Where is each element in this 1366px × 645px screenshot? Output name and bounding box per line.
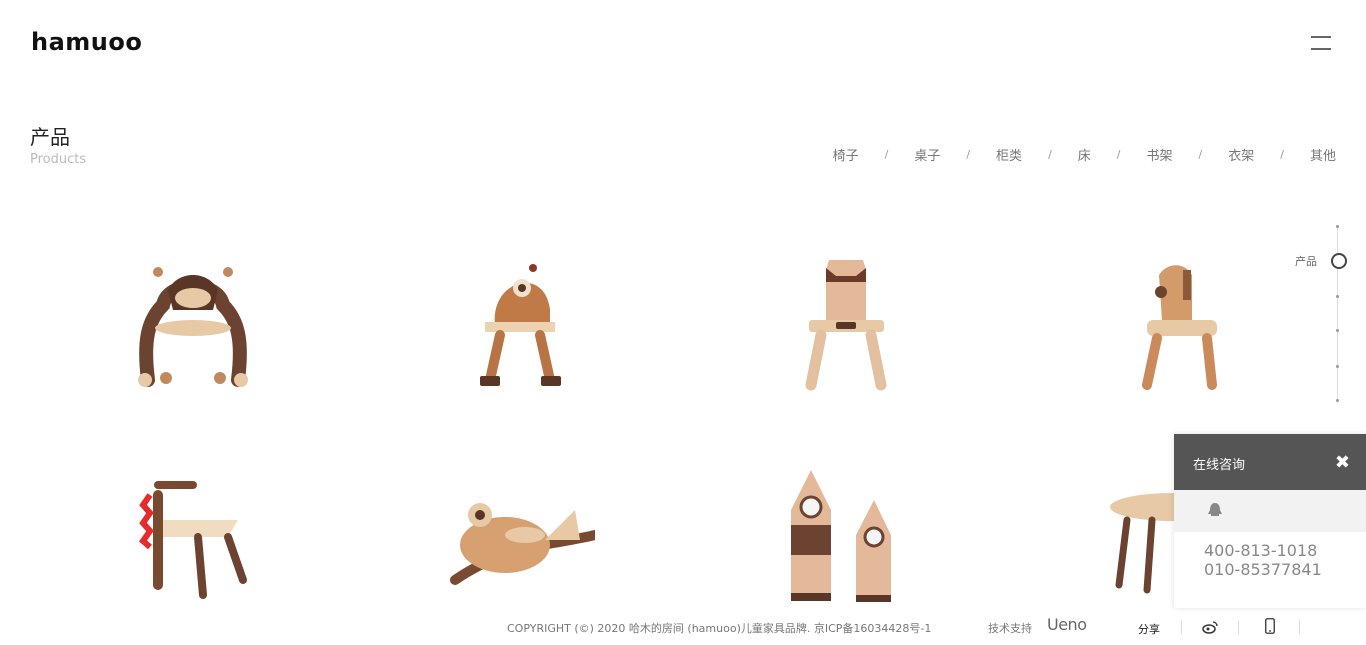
rail-dot[interactable] <box>1336 295 1339 298</box>
menu-hamburger-icon[interactable] <box>1311 36 1331 52</box>
category-separator: / <box>1048 148 1052 161</box>
rail-dot[interactable] <box>1336 399 1339 402</box>
horse-chair-image <box>1142 265 1217 390</box>
category-tables[interactable]: 桌子 <box>914 145 940 164</box>
brand-logo[interactable]: hamuoo <box>31 28 142 56</box>
qq-row <box>1174 490 1366 532</box>
logo-text: hamuo <box>31 28 126 56</box>
consult-title: 在线咨询 <box>1193 458 1246 473</box>
category-separator: / <box>1116 148 1121 161</box>
weibo-icon[interactable] <box>1202 619 1218 635</box>
hotline-1: 400-813-1018 <box>1204 541 1318 560</box>
footer: COPYRIGHT (©) 2020 哈木的房间 (hamuoo)儿童家具品牌.… <box>0 615 1366 639</box>
fish-rocker-product[interactable] <box>445 465 595 615</box>
rocket-cabinet-image <box>791 470 891 602</box>
rail-dot[interactable] <box>1336 365 1339 368</box>
category-nav: 椅子 / 桌子 / 柜类 / 床 / 书架 / 衣架 / 其他 <box>833 145 1336 164</box>
rail-active-ring-icon[interactable] <box>1331 253 1347 269</box>
monster-chair-image <box>480 264 561 386</box>
share-label: 分享 <box>1138 623 1160 636</box>
monster-chair-product[interactable] <box>445 250 595 400</box>
qq-penguin-icon[interactable] <box>1206 502 1224 520</box>
rail-dot[interactable] <box>1336 225 1339 228</box>
horse-chair-product[interactable] <box>1097 250 1247 400</box>
phone-icon[interactable] <box>1265 618 1275 634</box>
category-hangers[interactable]: 衣架 <box>1228 145 1254 164</box>
dinosaur-chair-product[interactable] <box>118 465 268 615</box>
category-others[interactable]: 其他 <box>1310 145 1336 164</box>
close-icon[interactable]: ✖ <box>1335 452 1350 473</box>
category-separator: / <box>1280 148 1284 161</box>
category-beds[interactable]: 床 <box>1078 145 1091 164</box>
logo-tail: o <box>125 28 143 56</box>
category-separator: / <box>1198 148 1203 161</box>
tech-support-logo[interactable]: Ueno <box>1047 615 1087 634</box>
monkey-chair-image <box>138 267 248 387</box>
tech-support-label: 技术支持 <box>988 622 1032 635</box>
bull-chair-product[interactable] <box>771 250 921 400</box>
page-subtitle: Products <box>30 152 87 167</box>
category-separator: / <box>884 148 889 161</box>
page-title: 产品 <box>30 125 70 149</box>
category-chairs[interactable]: 椅子 <box>833 145 859 164</box>
monkey-chair-product[interactable] <box>118 250 268 400</box>
rocket-cabinet-product[interactable] <box>771 465 921 615</box>
bull-chair-image <box>805 260 887 391</box>
online-consult-panel: 在线咨询 ✖ 400-813-1018 010-85377841 <box>1174 434 1366 608</box>
footer-divider <box>1181 620 1182 634</box>
consult-phones: 400-813-1018 010-85377841 <box>1174 532 1366 579</box>
rail-active-label: 产品 <box>1295 255 1317 268</box>
consult-header: 在线咨询 ✖ <box>1174 434 1366 490</box>
fish-rocker-image <box>450 503 595 585</box>
hotline-2: 010-85377841 <box>1204 560 1322 579</box>
section-rail <box>1336 225 1339 403</box>
rail-dot[interactable] <box>1336 329 1339 332</box>
category-separator: / <box>966 148 971 161</box>
footer-divider <box>1299 620 1300 634</box>
category-bookshelves[interactable]: 书架 <box>1147 145 1173 164</box>
category-cabinets[interactable]: 柜类 <box>996 145 1022 164</box>
footer-divider <box>1238 620 1239 634</box>
copyright-text: COPYRIGHT (©) 2020 哈木的房间 (hamuoo)儿童家具品牌.… <box>507 622 932 635</box>
dinosaur-chair-image <box>138 481 247 599</box>
